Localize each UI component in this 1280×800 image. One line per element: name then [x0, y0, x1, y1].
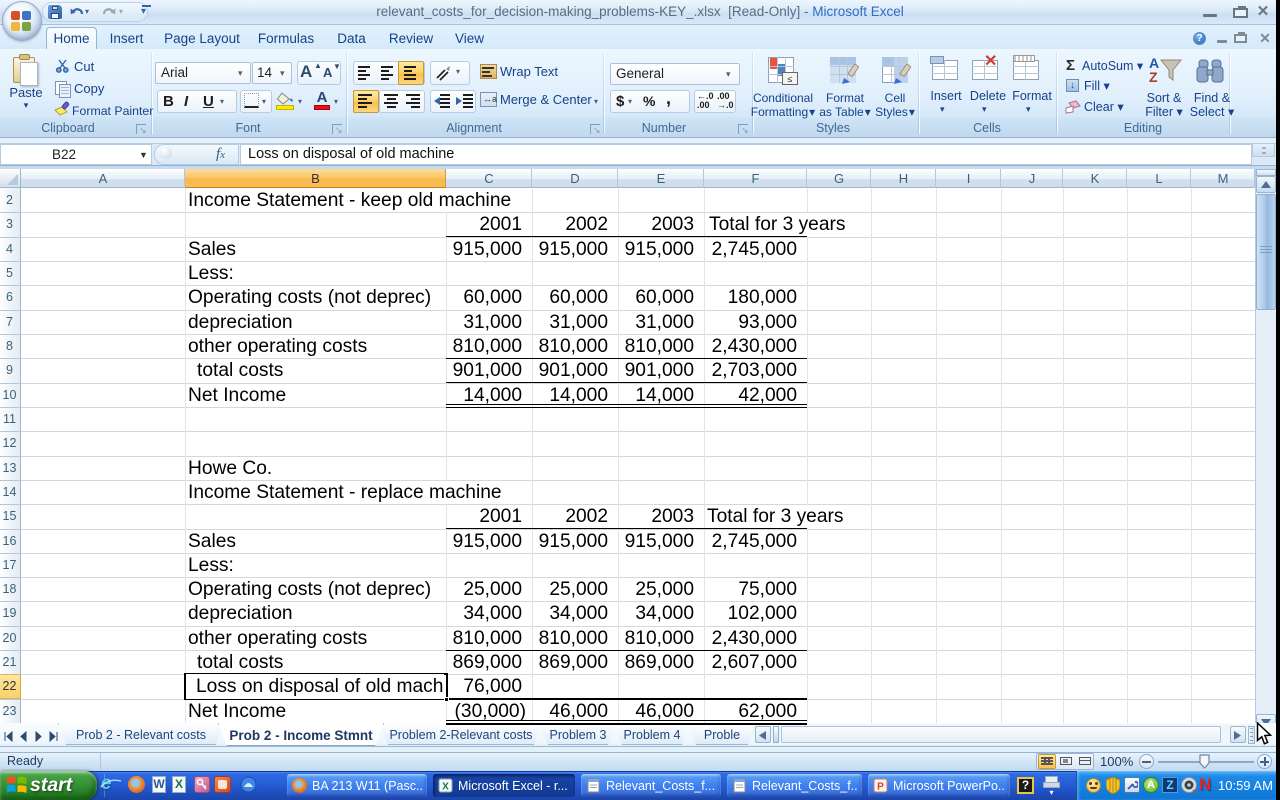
svg-text:X: X — [442, 782, 449, 793]
svg-text:P: P — [877, 782, 884, 793]
